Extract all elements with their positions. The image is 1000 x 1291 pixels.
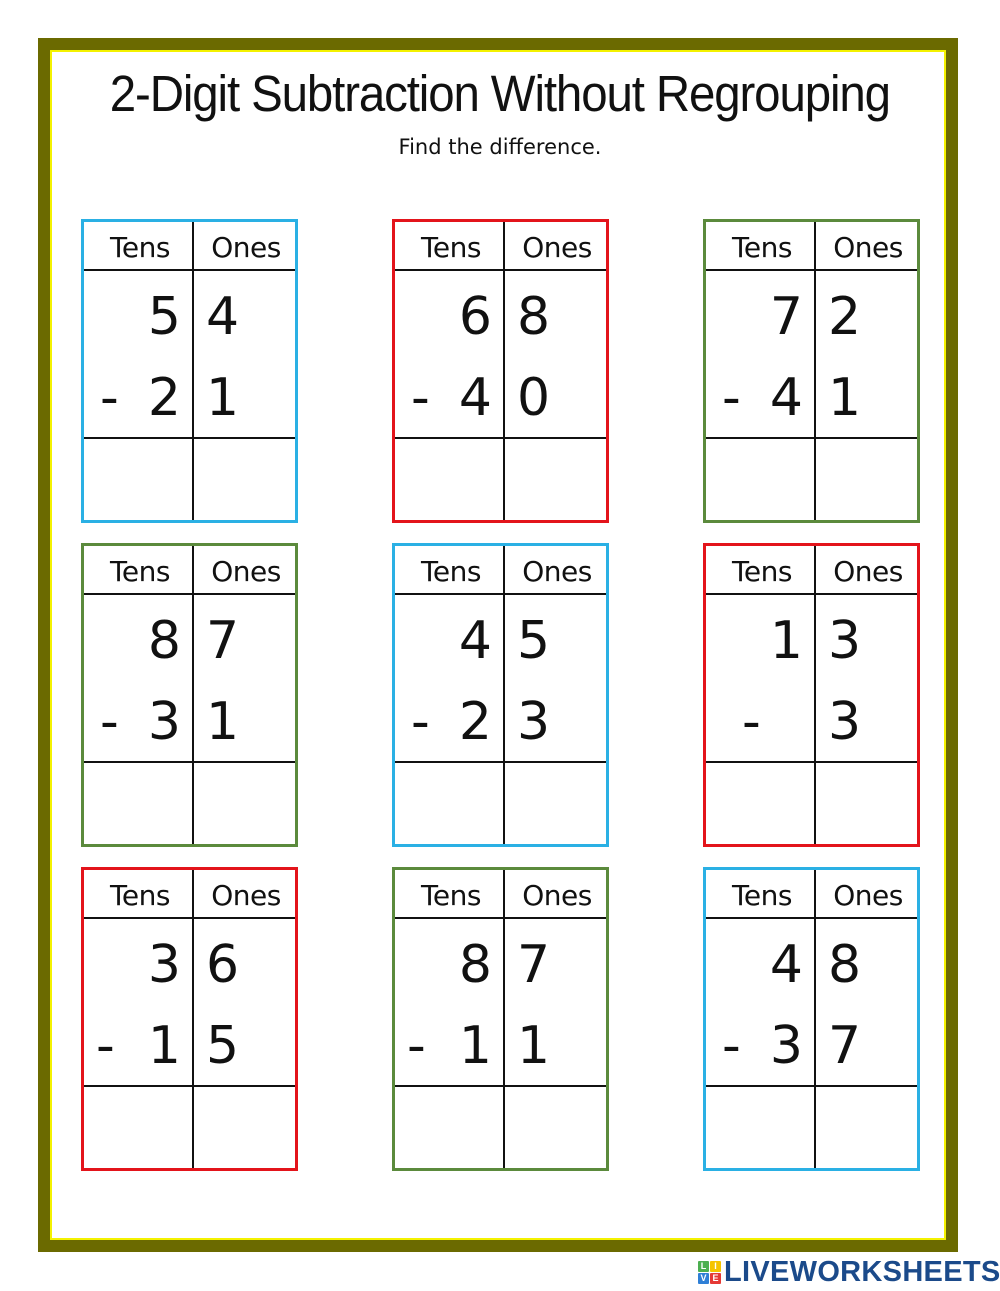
- ones-header: Ones: [833, 231, 903, 264]
- ones-header: Ones: [211, 231, 281, 264]
- tens-header: Tens: [110, 879, 170, 912]
- answer-divider: [395, 761, 606, 763]
- subtrahend-ones: 3: [517, 692, 551, 752]
- answer-ones-input[interactable]: [194, 1088, 298, 1168]
- minuend-ones: 3: [828, 611, 862, 671]
- subtrahend-ones: 5: [206, 1016, 240, 1076]
- minuend-tens: 4: [769, 935, 803, 995]
- answer-divider: [84, 437, 295, 439]
- answer-divider: [395, 437, 606, 439]
- subtrahend-tens: 1: [458, 1016, 492, 1076]
- answer-divider: [706, 1085, 917, 1087]
- answer-tens-input[interactable]: [706, 1088, 812, 1168]
- answer-ones-input[interactable]: [505, 1088, 609, 1168]
- tens-header: Tens: [732, 879, 792, 912]
- minuend-tens: 6: [458, 287, 492, 347]
- answer-ones-input[interactable]: [816, 440, 920, 520]
- problem-card: Tens Ones 1 3-3: [703, 543, 920, 847]
- ones-header: Ones: [522, 231, 592, 264]
- logo-block: V: [698, 1272, 709, 1284]
- answer-ones-input[interactable]: [816, 1088, 920, 1168]
- subtrahend-tens: 2: [147, 368, 181, 428]
- answer-ones-input[interactable]: [194, 440, 298, 520]
- tens-header: Tens: [732, 231, 792, 264]
- minuend-ones: 8: [517, 287, 551, 347]
- minuend-ones: 2: [828, 287, 862, 347]
- answer-divider: [395, 1085, 606, 1087]
- subtrahend-ones: 1: [206, 692, 240, 752]
- ones-header: Ones: [522, 879, 592, 912]
- answer-divider: [84, 761, 295, 763]
- subtrahend-ones: 1: [828, 368, 862, 428]
- answer-ones-input[interactable]: [505, 440, 609, 520]
- answer-ones-input[interactable]: [194, 764, 298, 844]
- answer-tens-input[interactable]: [395, 1088, 501, 1168]
- worksheet-title: 2-Digit Subtraction Without Regrouping: [109, 65, 891, 122]
- answer-tens-input[interactable]: [84, 440, 190, 520]
- answer-divider: [706, 761, 917, 763]
- worksheet-instruction: Find the difference.: [398, 135, 602, 159]
- minuend-tens: 7: [769, 287, 803, 347]
- problem-card: Tens Ones 4 5-2 3: [392, 543, 609, 847]
- subtrahend-tens: 4: [769, 368, 803, 428]
- minuend-tens: 4: [458, 611, 492, 671]
- subtrahend-ones: 1: [517, 1016, 551, 1076]
- tens-header: Tens: [421, 231, 481, 264]
- answer-tens-input[interactable]: [395, 440, 501, 520]
- logo-block: I: [710, 1260, 721, 1272]
- problem-card: Tens Ones 5 4-2 1: [81, 219, 298, 523]
- ones-header: Ones: [833, 879, 903, 912]
- subtrahend-ones: 7: [828, 1016, 862, 1076]
- minuend-ones: 6: [206, 935, 240, 995]
- ones-header: Ones: [522, 555, 592, 588]
- subtrahend-tens: 1: [147, 1016, 181, 1076]
- minuend-ones: 4: [206, 287, 240, 347]
- tens-header: Tens: [421, 555, 481, 588]
- problem-card: Tens Ones 7 2-4 1: [703, 219, 920, 523]
- ones-header: Ones: [833, 555, 903, 588]
- ones-header: Ones: [211, 879, 281, 912]
- minuend-tens: 1: [769, 611, 803, 671]
- problem-card: Tens Ones 4 8-3 7: [703, 867, 920, 1171]
- minuend-tens: 8: [147, 611, 181, 671]
- answer-divider: [84, 1085, 295, 1087]
- tens-header: Tens: [110, 555, 170, 588]
- minuend-ones: 7: [517, 935, 551, 995]
- minuend-ones: 7: [206, 611, 240, 671]
- minuend-tens: 5: [147, 287, 181, 347]
- subtrahend-tens: [713, 692, 803, 752]
- answer-tens-input[interactable]: [706, 764, 812, 844]
- problem-card: Tens Ones 8 7-1 1: [392, 867, 609, 1171]
- answer-ones-input[interactable]: [505, 764, 609, 844]
- ones-header: Ones: [211, 555, 281, 588]
- logo-blocks-icon: L I V E: [698, 1260, 721, 1284]
- subtrahend-tens: 2: [458, 692, 492, 752]
- answer-tens-input[interactable]: [395, 764, 501, 844]
- minuend-ones: 8: [828, 935, 862, 995]
- subtrahend-ones: 1: [206, 368, 240, 428]
- logo-block: E: [710, 1272, 721, 1284]
- logo-block: L: [698, 1260, 709, 1272]
- answer-ones-input[interactable]: [816, 764, 920, 844]
- answer-divider: [706, 437, 917, 439]
- liveworksheets-logo[interactable]: L I V E LIVEWORKSHEETS: [698, 1257, 1000, 1287]
- answer-tens-input[interactable]: [84, 1088, 190, 1168]
- tens-header: Tens: [110, 231, 170, 264]
- subtrahend-ones: 3: [828, 692, 862, 752]
- problem-card: Tens Ones 6 8-4 0: [392, 219, 609, 523]
- subtrahend-ones: 0: [517, 368, 551, 428]
- subtrahend-tens: 3: [769, 1016, 803, 1076]
- answer-tens-input[interactable]: [706, 440, 812, 520]
- answer-tens-input[interactable]: [84, 764, 190, 844]
- minuend-tens: 8: [458, 935, 492, 995]
- minuend-ones: 5: [517, 611, 551, 671]
- subtrahend-tens: 4: [458, 368, 492, 428]
- problem-card: Tens Ones 3 6-1 5: [81, 867, 298, 1171]
- tens-header: Tens: [732, 555, 792, 588]
- minuend-tens: 3: [147, 935, 181, 995]
- problem-card: Tens Ones 8 7-3 1: [81, 543, 298, 847]
- tens-header: Tens: [421, 879, 481, 912]
- subtrahend-tens: 3: [147, 692, 181, 752]
- logo-text: LIVEWORKSHEETS: [724, 1256, 1000, 1288]
